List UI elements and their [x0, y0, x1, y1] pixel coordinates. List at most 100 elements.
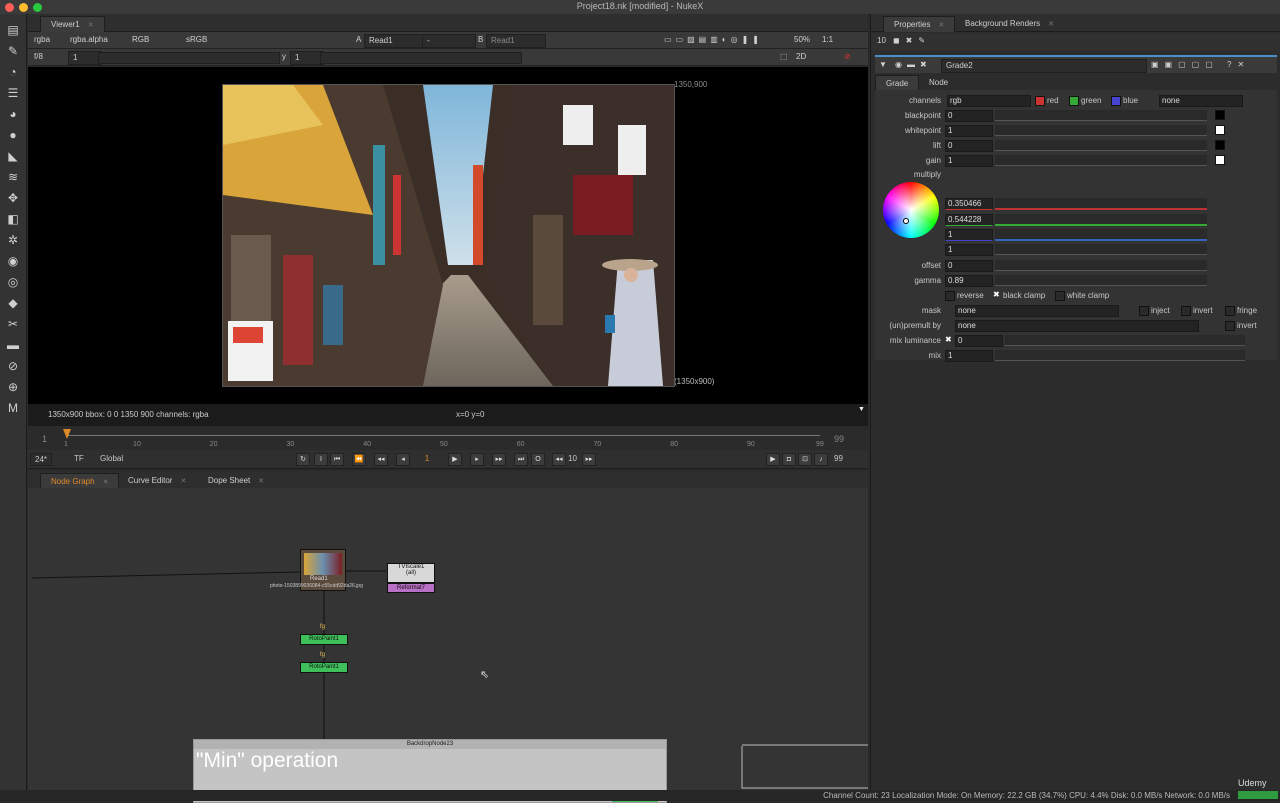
tab-background-renders[interactable]: Background Renders ✕ — [955, 16, 1064, 31]
multiply-g-slider[interactable] — [995, 214, 1207, 226]
multiply-b-field[interactable]: 1 — [945, 229, 993, 241]
draw-tool-icon[interactable]: ✎ — [5, 43, 21, 59]
color-wheel-picker[interactable] — [903, 218, 909, 224]
max-panels-field[interactable]: 10 — [877, 35, 886, 47]
image-tool-icon[interactable]: ▤ — [5, 22, 21, 38]
time-tool-icon[interactable]: ◔ — [5, 64, 21, 80]
tab-dope-sheet[interactable]: Dope Sheet ✕ — [198, 473, 274, 488]
timeline-track[interactable] — [68, 435, 820, 436]
furnace-tool-icon[interactable]: ⊘ — [5, 358, 21, 374]
input-a-dropdown[interactable]: Read1 — [364, 34, 428, 48]
input-b-dropdown[interactable]: Read1 — [486, 34, 546, 48]
tab-viewer1[interactable]: Viewer1 ✕ — [40, 16, 105, 32]
increment-field[interactable]: 10 — [568, 454, 577, 463]
whitepoint-slider[interactable] — [995, 125, 1207, 136]
views-tool-icon[interactable]: ◎ — [5, 274, 21, 290]
color-wheel[interactable] — [883, 182, 939, 238]
gamma-slider[interactable] — [995, 275, 1207, 286]
param-swatches[interactable] — [1215, 110, 1265, 170]
channels-dropdown[interactable]: rgba — [34, 34, 50, 46]
prev-key-button[interactable]: ⏪ — [352, 453, 366, 466]
collapse-icon[interactable]: ▼ — [879, 59, 887, 71]
multiply-a-slider[interactable] — [995, 244, 1207, 255]
mix-slider[interactable] — [995, 350, 1245, 361]
black-clamp-checkbox[interactable]: ✖ — [993, 290, 1000, 299]
last-frame-button[interactable]: ⏭ — [514, 453, 528, 466]
close-tab-icon[interactable]: ✕ — [88, 22, 94, 29]
node-name-field[interactable]: Grade2 — [941, 59, 1147, 73]
lock-range-button[interactable]: ⊡ — [798, 453, 812, 466]
merge-tool-icon[interactable]: ≋ — [5, 169, 21, 185]
close-tab-icon[interactable]: ✕ — [1048, 21, 1054, 28]
next-increment-button[interactable]: ▸▸ — [492, 453, 506, 466]
frame-field[interactable]: 1 — [68, 51, 102, 65]
rotopaint-node-1[interactable]: RotoPaint1 — [300, 634, 348, 645]
offset-slider[interactable] — [995, 260, 1207, 271]
tab-grade[interactable]: Grade — [875, 75, 920, 91]
prev-increment-button[interactable]: ◂◂ — [374, 453, 388, 466]
node-header-buttons[interactable]: ▣▣▢▢▢ ?✕ — [1151, 59, 1250, 71]
mix-luminance-slider[interactable] — [1005, 335, 1245, 346]
tab-node[interactable]: Node — [919, 75, 958, 90]
range-dropdown[interactable]: Global — [100, 454, 123, 463]
mask-dropdown[interactable]: none — [955, 305, 1119, 317]
multiply-r-field[interactable]: 0.350466 — [945, 198, 993, 210]
channel-tool-icon[interactable]: ☰ — [5, 85, 21, 101]
timeline[interactable]: 1 1 10 20 30 40 50 60 70 80 90 99 99 — [28, 426, 868, 450]
out-point-button[interactable]: O — [531, 453, 545, 466]
alpha-dropdown[interactable]: rgba.alpha — [70, 34, 108, 46]
pause-render-icon[interactable]: ⊘ — [844, 51, 851, 63]
white-clamp-checkbox[interactable] — [1055, 291, 1065, 301]
roi-icon[interactable]: ⬚ — [780, 51, 788, 63]
toolsets-tool-icon[interactable]: ✂ — [5, 316, 21, 332]
color-tool-icon[interactable]: ◕ — [5, 106, 21, 122]
mix-luminance-field[interactable]: 0 — [955, 335, 1003, 347]
in-point-button[interactable]: I — [314, 453, 328, 466]
playhead[interactable] — [63, 429, 71, 439]
reformat-node[interactable]: Reformat7 — [387, 583, 435, 593]
node-header-icons[interactable]: ◉▬✖ — [895, 59, 932, 71]
skip-forward-button[interactable]: ▸▸ — [582, 453, 596, 466]
multiply-r-slider[interactable] — [995, 198, 1207, 210]
inject-checkbox[interactable] — [1139, 306, 1149, 316]
keyer-tool-icon[interactable]: ◣ — [5, 148, 21, 164]
ocula-tool-icon[interactable]: ⊕ — [5, 379, 21, 395]
node-graph-canvas[interactable]: Read1 photo-1503899036084-c55cdd92da26.j… — [28, 488, 868, 803]
lift-field[interactable]: 0 — [945, 140, 993, 152]
close-tab-icon[interactable]: ✕ — [103, 479, 109, 486]
tab-curve-editor[interactable]: Curve Editor ✕ — [118, 473, 196, 488]
close-tab-icon[interactable]: ✕ — [938, 22, 944, 29]
gain-slider[interactable] — [995, 155, 1207, 166]
fps-dropdown[interactable]: 24* — [30, 453, 53, 466]
channels-dropdown[interactable]: rgb — [947, 95, 1031, 107]
rotopaint-node-2[interactable]: RotoPaint1 — [300, 662, 348, 673]
whitepoint-field[interactable]: 1 — [945, 125, 993, 137]
view-mode-dropdown[interactable]: 2D — [796, 51, 806, 63]
current-frame-field[interactable]: 1 — [420, 454, 434, 463]
viewer-toggle-icons[interactable]: ▭▭▧▤▥◐◎❚❚ — [664, 34, 763, 46]
tf-dropdown[interactable]: TF — [74, 454, 84, 463]
3d-tool-icon[interactable]: ◧ — [5, 211, 21, 227]
end-frame-field[interactable]: 99 — [834, 454, 843, 463]
play-forward-button[interactable]: ▶ — [448, 453, 462, 466]
deep-tool-icon[interactable]: ◉ — [5, 253, 21, 269]
tab-node-graph[interactable]: Node Graph ✕ — [40, 473, 120, 489]
unpremult-dropdown[interactable]: none — [955, 320, 1199, 332]
metadata-tool-icon[interactable]: ◆ — [5, 295, 21, 311]
lut-dropdown[interactable]: sRGB — [186, 34, 207, 46]
particles-tool-icon[interactable]: ✲ — [5, 232, 21, 248]
gamma-field[interactable]: 0.89 — [945, 275, 993, 287]
capture-button[interactable]: ◘ — [782, 453, 796, 466]
blackpoint-field[interactable]: 0 — [945, 110, 993, 122]
multiply-g-field[interactable]: 0.544228 — [945, 214, 993, 226]
reverse-checkbox[interactable] — [945, 291, 955, 301]
next-frame-button[interactable]: ▸ — [470, 453, 484, 466]
invert-checkbox[interactable] — [1181, 306, 1191, 316]
prev-frame-button[interactable]: ◂ — [396, 453, 410, 466]
mix-field[interactable]: 1 — [945, 350, 993, 362]
properties-tool-icons[interactable]: ◼✖✎ — [893, 35, 931, 47]
green-checkbox[interactable] — [1069, 96, 1079, 106]
blackpoint-slider[interactable] — [995, 110, 1207, 121]
transform-tool-icon[interactable]: ✥ — [5, 190, 21, 206]
lift-slider[interactable] — [995, 140, 1207, 151]
